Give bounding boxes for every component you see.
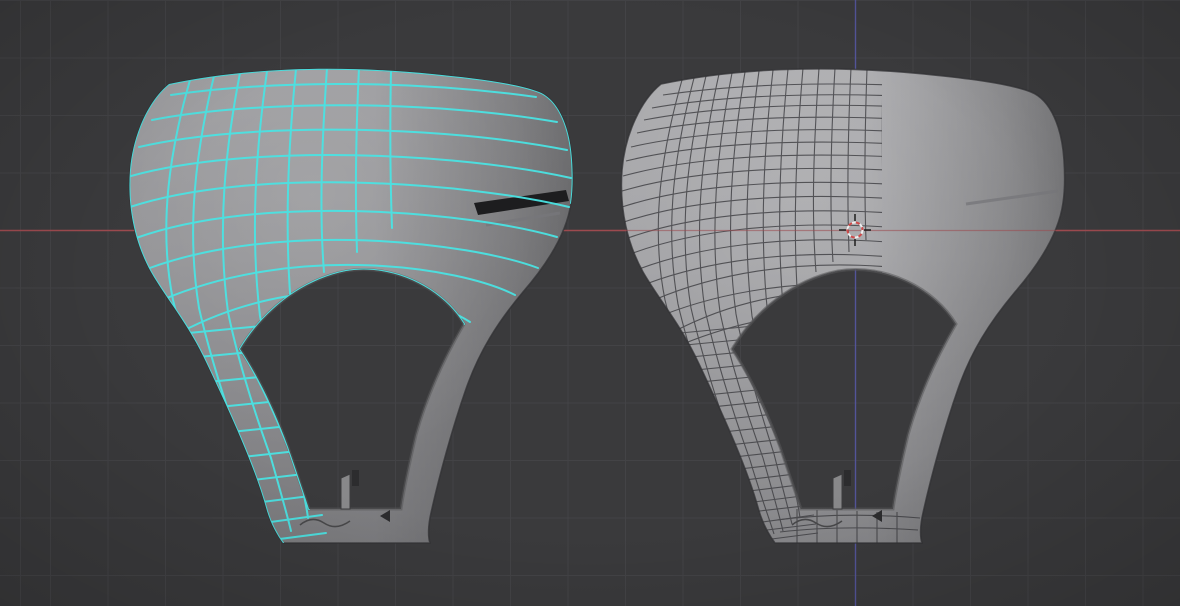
viewport-canvas bbox=[0, 0, 1180, 606]
reference-model[interactable] bbox=[607, 55, 1077, 555]
retopo-model[interactable] bbox=[115, 55, 585, 555]
3d-viewport[interactable] bbox=[0, 0, 1180, 606]
